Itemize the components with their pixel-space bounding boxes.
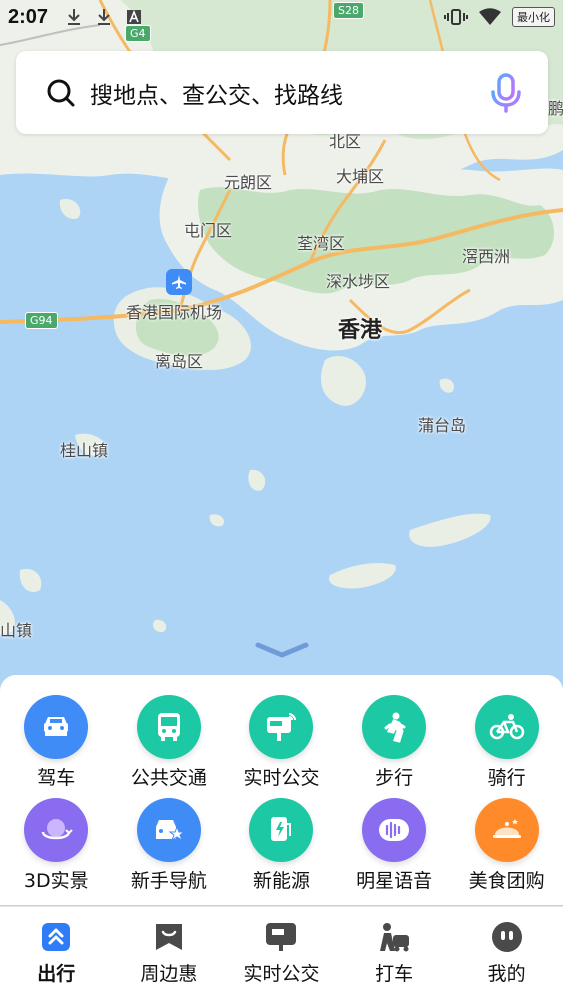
tab-label: 我的: [487, 963, 526, 985]
bike-icon: [474, 695, 539, 759]
status-bar: 2:07 最小化: [0, 0, 563, 34]
tool-label: 驾车: [37, 767, 76, 789]
tab-realtime-bus[interactable]: 实时公交: [225, 907, 338, 998]
collapse-chevron-icon[interactable]: [255, 640, 309, 660]
tab-label: 周边惠: [140, 963, 198, 985]
tool-bike[interactable]: 骑行: [450, 695, 563, 790]
tool-label: 步行: [375, 767, 414, 789]
search-input[interactable]: 搜地点、查公交、找路线: [90, 76, 488, 110]
tool-label: 明星语音: [356, 870, 433, 892]
download-icon: [98, 9, 111, 25]
bus-stop-icon: [266, 923, 297, 951]
search-icon: [47, 79, 75, 106]
tab-label: 出行: [37, 963, 76, 985]
map-label-hongkong[interactable]: 香港: [338, 312, 382, 344]
search-bar[interactable]: 搜地点、查公交、找路线: [16, 51, 548, 134]
tool-label: 新手导航: [130, 870, 207, 892]
tool-label: 新能源: [252, 870, 310, 892]
map-label-yuanlang[interactable]: 元朗区: [224, 169, 272, 193]
map-label-xixizhou[interactable]: 滘西洲: [462, 243, 510, 267]
wifi-icon: [479, 8, 501, 25]
road-shield-s28: S28: [333, 2, 364, 19]
tab-label: 打车: [375, 963, 414, 985]
map-label-lidao[interactable]: 离岛区: [155, 348, 203, 372]
download-icon: [68, 9, 81, 25]
food-icon: [474, 798, 539, 862]
travel-icon: [42, 923, 71, 951]
map-label-dapu[interactable]: 大埔区: [336, 163, 384, 187]
tool-public-transit[interactable]: 公共交通: [113, 695, 226, 790]
realtime-bus-icon: [249, 695, 314, 759]
tool-3d-view[interactable]: 3D实景: [0, 798, 113, 893]
map-label-putaidao[interactable]: 蒲台岛: [418, 412, 466, 436]
voice-icon: [362, 798, 427, 862]
bottom-tab-bar: 出行 周边惠 实时公交 打车 我的: [0, 906, 563, 998]
vibrate-icon: [444, 9, 468, 25]
tool-walk[interactable]: 步行: [338, 695, 451, 790]
tools-panel: 驾车 公共交通 实时公交 步行 骑行 3D实景 新手导航 新能源 明星语音 美食…: [0, 675, 563, 905]
map-label-wanshan[interactable]: 山镇: [0, 617, 32, 641]
tab-nearby-deals[interactable]: 周边惠: [113, 907, 226, 998]
airport-icon[interactable]: [166, 269, 192, 295]
globe-3d-icon: [24, 798, 89, 862]
minimize-button[interactable]: 最小化: [512, 7, 555, 27]
tool-label: 公共交通: [130, 767, 207, 789]
tool-star-voice[interactable]: 明星语音: [338, 798, 451, 893]
tool-label: 实时公交: [243, 767, 320, 789]
tool-new-energy[interactable]: 新能源: [225, 798, 338, 893]
nearby-deals-icon: [155, 924, 182, 950]
tool-label: 美食团购: [468, 870, 545, 892]
tool-drive[interactable]: 驾车: [0, 695, 113, 790]
tab-label: 实时公交: [243, 963, 320, 985]
tab-travel[interactable]: 出行: [0, 907, 113, 998]
bus-icon: [136, 695, 201, 759]
map-label-tunmen[interactable]: 屯门区: [184, 217, 232, 241]
status-time: 2:07: [8, 5, 49, 28]
tab-profile[interactable]: 我的: [450, 907, 563, 998]
map-label-guishan[interactable]: 桂山镇: [60, 437, 108, 461]
car-icon: [24, 695, 89, 759]
map-label-quanwan[interactable]: 荃湾区: [297, 230, 345, 254]
taxi-icon: [380, 923, 410, 952]
novice-car-icon: [136, 798, 201, 862]
tool-label: 3D实景: [23, 870, 89, 892]
map-label-edge: 鹏: [548, 99, 563, 118]
charging-icon: [249, 798, 314, 862]
profile-icon: [491, 922, 522, 952]
tab-taxi[interactable]: 打车: [338, 907, 451, 998]
tool-food-deals[interactable]: 美食团购: [450, 798, 563, 893]
tool-novice-nav[interactable]: 新手导航: [113, 798, 226, 893]
walk-icon: [362, 695, 427, 759]
microphone-icon[interactable]: [488, 72, 524, 113]
map-label-shenshuibu[interactable]: 深水埗区: [326, 268, 390, 292]
tool-label: 骑行: [487, 767, 526, 789]
map-label-airport[interactable]: 香港国际机场: [126, 299, 222, 323]
road-shield-g94: G94: [25, 312, 58, 329]
font-a-icon: [127, 9, 142, 24]
tool-realtime-bus[interactable]: 实时公交: [225, 695, 338, 790]
